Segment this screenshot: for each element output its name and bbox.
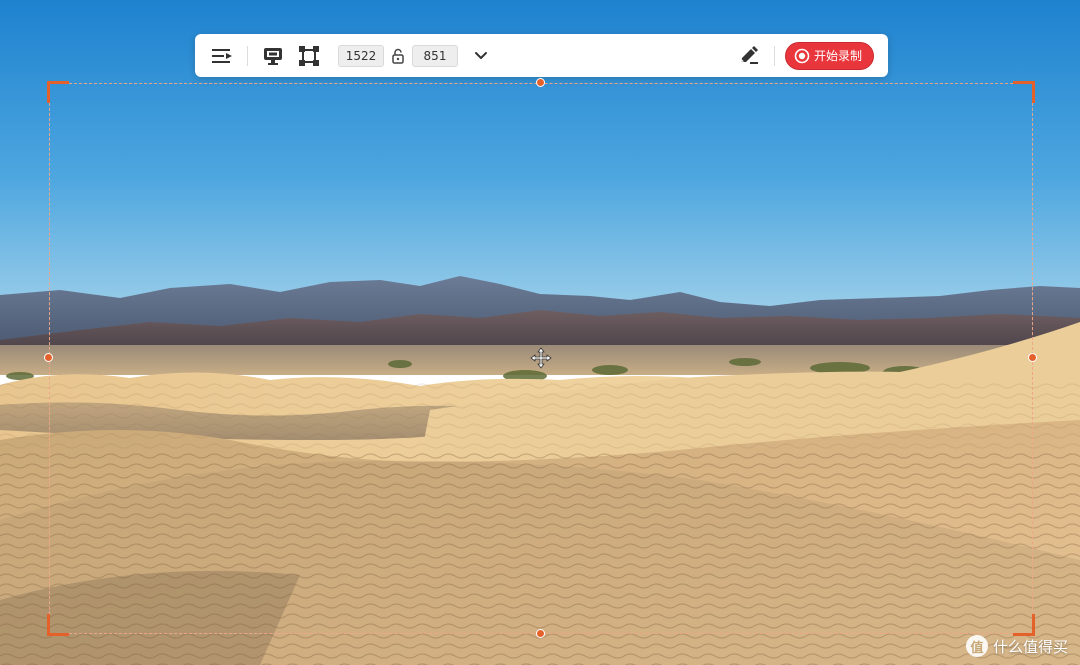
pen-annotate-icon[interactable] bbox=[734, 41, 764, 71]
region-select-icon[interactable] bbox=[294, 41, 324, 71]
width-input[interactable]: 1522 bbox=[338, 44, 384, 67]
menu-play-icon[interactable] bbox=[207, 41, 237, 71]
resize-corner-bottom-right[interactable] bbox=[1013, 614, 1035, 636]
watermark: 值 什么值得买 bbox=[965, 635, 1068, 657]
toolbar-divider bbox=[773, 45, 775, 66]
capture-toolbar: 1522 851 开始录制 bbox=[195, 34, 888, 77]
desktop-background bbox=[0, 0, 1080, 665]
resize-handle-top[interactable] bbox=[536, 78, 545, 87]
watermark-logo-icon: 值 bbox=[965, 635, 988, 657]
height-input[interactable]: 851 bbox=[412, 44, 458, 67]
screen-capture-icon[interactable] bbox=[258, 41, 288, 71]
resize-corner-top-left[interactable] bbox=[47, 81, 69, 103]
resize-corner-bottom-left[interactable] bbox=[47, 614, 69, 636]
move-cursor-icon bbox=[530, 347, 552, 369]
toolbar-divider bbox=[247, 45, 248, 66]
watermark-text: 什么值得买 bbox=[992, 637, 1068, 656]
resize-handle-bottom[interactable] bbox=[536, 629, 545, 638]
resize-handle-left[interactable] bbox=[44, 353, 53, 362]
resize-handle-right[interactable] bbox=[1028, 353, 1037, 362]
desert-landscape-image bbox=[0, 0, 1080, 665]
resize-corner-top-right[interactable] bbox=[1013, 81, 1035, 103]
unlocked-padlock-icon[interactable] bbox=[384, 42, 412, 70]
start-recording-button[interactable]: 开始录制 bbox=[784, 41, 874, 70]
chevron-down-icon[interactable] bbox=[466, 41, 496, 71]
record-icon bbox=[794, 48, 810, 64]
start-recording-label: 开始录制 bbox=[813, 49, 862, 63]
